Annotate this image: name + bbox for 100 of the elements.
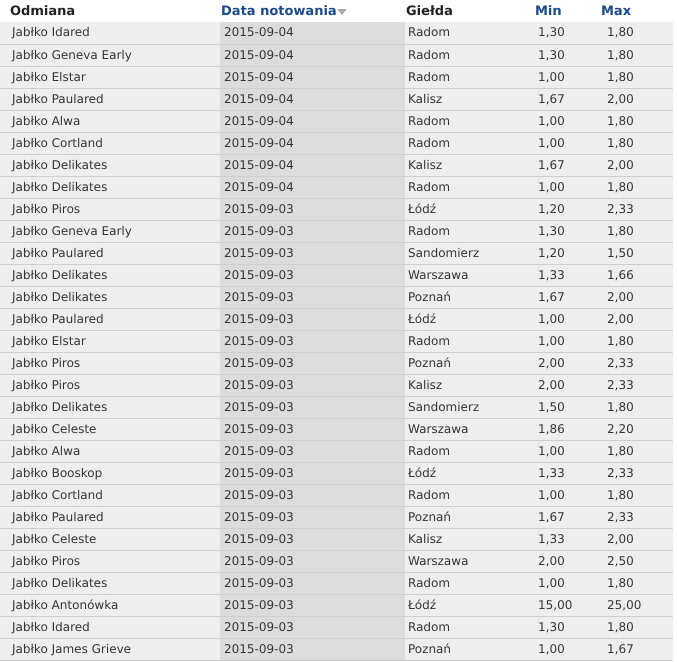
table-cell: Kalisz (408, 92, 442, 106)
table-cell: Kalisz (408, 378, 442, 392)
table-cell: 1,30 (538, 620, 565, 634)
table-cell: 1,00 (538, 312, 565, 326)
table-cell: 2015-09-04 (224, 92, 294, 106)
table-cell: Łódź (408, 598, 436, 612)
table-cell: 2015-09-03 (224, 356, 294, 370)
table-cell: 1,00 (538, 114, 565, 128)
table-cell: Poznań (408, 290, 452, 304)
table-cell: Radom (408, 444, 450, 458)
table-cell: 1,80 (607, 576, 634, 590)
table-cell: 2,00 (538, 378, 565, 392)
table-cell: 1,33 (538, 532, 565, 546)
table-cell: Jabłko Elstar (12, 334, 86, 348)
table-cell: 1,00 (538, 488, 565, 502)
table-cell: 1,80 (607, 224, 634, 238)
table-cell: Kalisz (408, 532, 442, 546)
table-cell: Radom (408, 136, 450, 150)
table-cell: Jabłko Idared (12, 620, 90, 634)
table-cell: 1,00 (538, 334, 565, 348)
table-cell: Jabłko Piros (12, 554, 80, 568)
table-cell: Radom (408, 114, 450, 128)
table-cell: 1,67 (538, 92, 565, 106)
table-cell: 2,33 (607, 356, 634, 370)
table-cell: Jabłko Paulared (12, 246, 104, 260)
table-cell: 1,00 (538, 642, 565, 656)
table-cell: 2015-09-04 (224, 114, 294, 128)
table-cell: 2015-09-03 (224, 202, 294, 216)
column-header[interactable]: Data notowania (221, 4, 337, 19)
table-cell: 2015-09-04 (224, 158, 294, 172)
table-cell: Radom (408, 620, 450, 634)
table-cell: Poznań (408, 356, 452, 370)
table-cell: 2,00 (538, 554, 565, 568)
table-cell: Jabłko Paulared (12, 312, 104, 326)
table-cell: 1,80 (607, 25, 634, 40)
table-cell: 2015-09-03 (224, 246, 294, 260)
table-cell: Warszawa (408, 554, 468, 568)
table-cell: Kalisz (408, 158, 442, 172)
column-header[interactable]: Min (535, 4, 562, 19)
table-cell: 2015-09-03 (224, 620, 294, 634)
column-header[interactable]: Max (601, 4, 632, 19)
table-cell: Jabłko Delikates (12, 268, 108, 282)
table-cell: Łódź (408, 312, 436, 326)
table-cell: 1,20 (538, 246, 565, 260)
table-cell: 2,20 (607, 422, 634, 436)
table-cell: 1,00 (538, 180, 565, 194)
table-cell: Radom (408, 48, 450, 62)
table-cell: Jabłko Geneva Early (12, 48, 132, 62)
table-cell: Warszawa (408, 268, 468, 282)
column-header: Odmiana (10, 4, 76, 19)
table-cell: Jabłko James Grieve (12, 642, 132, 656)
table-cell: Jabłko Celeste (12, 532, 96, 546)
table-cell: Jabłko Cortland (12, 136, 103, 150)
table-cell: 1,86 (538, 422, 565, 436)
table-cell: 2015-09-03 (224, 224, 294, 238)
table-cell: 2015-09-03 (224, 334, 294, 348)
table-cell: Radom (408, 224, 450, 238)
table-cell: 1,80 (607, 136, 634, 150)
table-cell: Jabłko Piros (12, 378, 80, 392)
table-cell: 2015-09-03 (224, 290, 294, 304)
table-cell: Sandomierz (408, 400, 480, 414)
table-cell: Poznań (408, 510, 452, 524)
table-cell: 2,00 (607, 92, 634, 106)
table-cell: 2015-09-04 (224, 48, 294, 62)
table-cell: 2,33 (607, 466, 634, 480)
table-cell: Łódź (408, 202, 436, 216)
table-cell: 2015-09-03 (224, 598, 294, 612)
table-cell: Jabłko Antonówka (12, 598, 118, 612)
table-cell: 2015-09-03 (224, 532, 294, 546)
table-cell: 2015-09-04 (224, 25, 294, 40)
table-cell: 2,33 (607, 510, 634, 524)
table-cell: 1,30 (538, 25, 565, 40)
table-cell: 2,33 (607, 378, 634, 392)
table-cell: 1,67 (538, 290, 565, 304)
table-cell: 1,00 (538, 444, 565, 458)
table-cell: 1,80 (607, 620, 634, 634)
table-cell: 1,80 (607, 180, 634, 194)
table-cell: 2,50 (607, 554, 634, 568)
table-cell: 2015-09-04 (224, 180, 294, 194)
table-cell: 1,80 (607, 488, 634, 502)
table-cell: 2015-09-03 (224, 444, 294, 458)
table-cell: 2,00 (607, 532, 634, 546)
table-cell: 1,80 (607, 400, 634, 414)
table-cell: Radom (408, 25, 450, 40)
table-cell: 2015-09-03 (224, 400, 294, 414)
table-cell: Jabłko Elstar (12, 70, 86, 84)
table-cell: Radom (408, 70, 450, 84)
table-cell: Jabłko Delikates (12, 158, 108, 172)
table-cell: 2015-09-04 (224, 136, 294, 150)
table-cell: Poznań (408, 642, 452, 656)
table-cell: Radom (408, 488, 450, 502)
table-cell: 1,00 (538, 136, 565, 150)
table-cell: 1,67 (538, 510, 565, 524)
table-cell: Jabłko Paulared (12, 92, 104, 106)
table-cell: 2015-09-03 (224, 510, 294, 524)
table-cell: Jabłko Geneva Early (12, 224, 132, 238)
table-cell: 1,20 (538, 202, 565, 216)
table-cell: Sandomierz (408, 246, 480, 260)
table-cell: 2,33 (607, 202, 634, 216)
table-cell: 2,00 (607, 312, 634, 326)
